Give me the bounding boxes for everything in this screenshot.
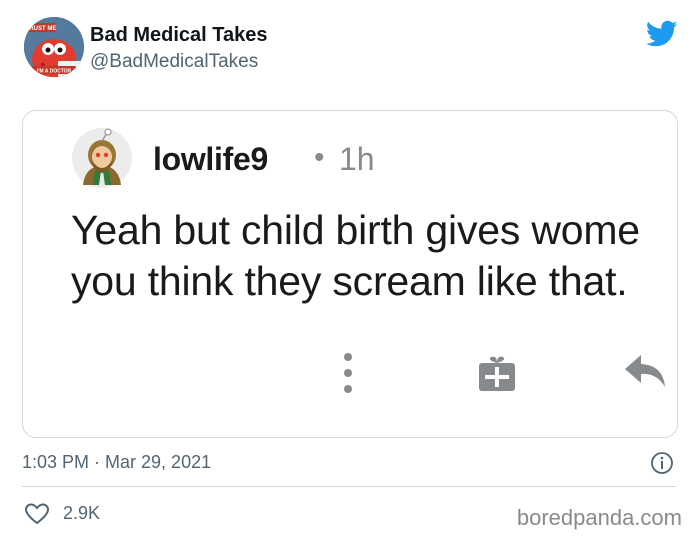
reply-icon[interactable] (623, 351, 669, 391)
post-text-line-1: Yeah but child birth gives wome (71, 207, 640, 253)
author-display-name[interactable]: Bad Medical Takes (90, 24, 267, 47)
like-count[interactable]: 2.9K (63, 503, 100, 524)
twitter-bird-icon[interactable] (646, 20, 678, 48)
watermark: boredpanda.com (516, 505, 682, 530)
reddit-user-avatar-icon (72, 128, 132, 188)
info-icon[interactable] (650, 451, 674, 475)
reddit-username[interactable]: lowlife9 (153, 141, 268, 178)
author-avatar[interactable]: TRUST ME I'M A DOCTOR (24, 17, 84, 77)
avatar-sign-bottom: I'M A DOCTOR (37, 69, 72, 75)
tweet-timestamp[interactable]: 1:03 PM · Mar 29, 2021 (22, 452, 211, 473)
embedded-post-card[interactable]: lowlife9 • 1h Yeah but child birth gives… (22, 110, 678, 438)
post-age: 1h (339, 141, 375, 177)
post-text-line-2: you think they scream like that. (71, 258, 628, 304)
gift-icon[interactable] (477, 353, 517, 393)
avatar-sign-top: TRUST ME (26, 26, 57, 32)
cartoon-doctor-avatar-icon: TRUST ME I'M A DOCTOR (24, 17, 84, 77)
divider (22, 486, 676, 487)
heart-icon[interactable] (24, 502, 50, 526)
more-options-icon[interactable] (336, 351, 360, 395)
author-handle[interactable]: @BadMedicalTakes (90, 51, 258, 73)
meta-separator: • (314, 141, 325, 174)
